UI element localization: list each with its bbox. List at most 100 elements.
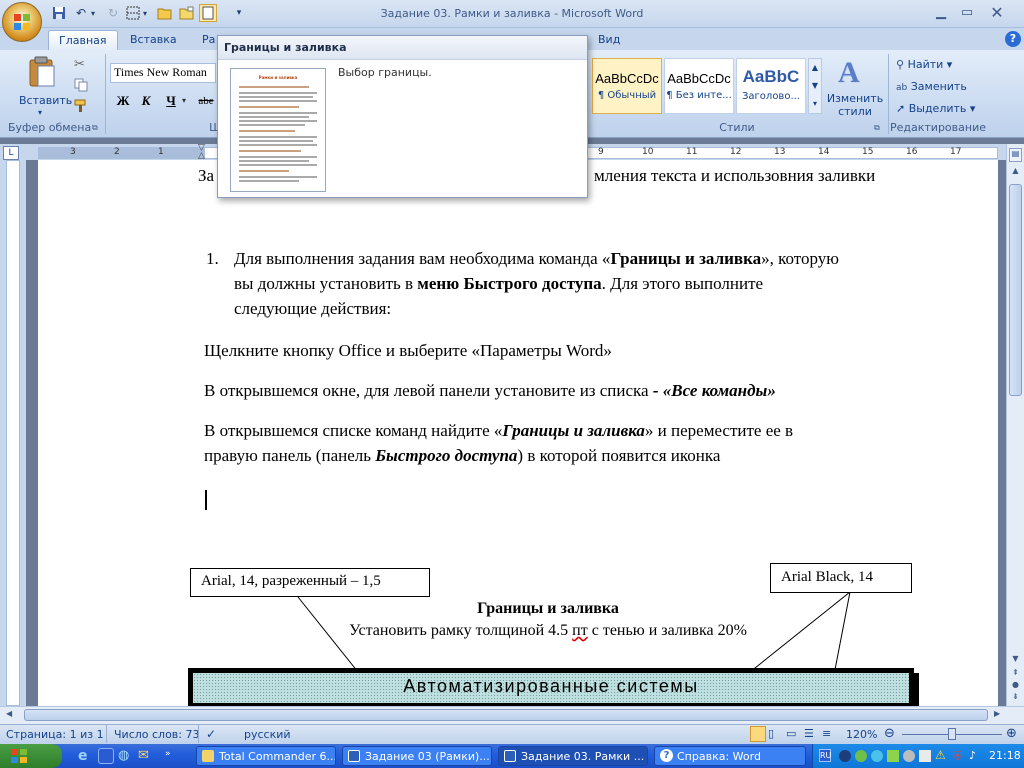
paste-label: Вставить — [19, 94, 73, 107]
ruler-number: 14 — [818, 147, 830, 157]
scroll-thumb[interactable] — [1009, 184, 1022, 396]
ruler-number: 9 — [598, 147, 604, 157]
quick-launch-icon[interactable]: ◍ — [118, 748, 134, 764]
restore-icon[interactable]: ▭ — [955, 3, 979, 21]
clipboard-group-label: Буфер обмена — [8, 121, 92, 134]
underline-dropdown-icon[interactable]: ▾ — [182, 96, 186, 105]
replace-label: Заменить — [910, 80, 967, 93]
document-page[interactable]: За мления текста и использовния заливки … — [38, 160, 998, 706]
scroll-right-icon[interactable]: ▶ — [994, 709, 1000, 718]
taskbar-item-word-doc-2[interactable]: Задание 03. Рамки ... — [498, 746, 648, 766]
change-styles-button[interactable]: A Изменить стили — [826, 56, 884, 120]
ie-icon[interactable]: e — [78, 748, 94, 764]
find-label: Найти — [907, 58, 944, 71]
help-icon: ? — [660, 749, 673, 762]
ruler-number: 3 — [70, 147, 76, 157]
print-layout-view-icon[interactable] — [750, 726, 766, 742]
proofing-icon[interactable]: ✓ — [206, 727, 216, 741]
center-title: Границы и заливка — [477, 600, 619, 617]
quick-launch-expand-icon[interactable]: » — [165, 749, 171, 759]
windows-logo-icon — [11, 749, 27, 763]
previous-page-icon[interactable]: ⇞ — [1009, 668, 1022, 680]
styles-launcher-icon[interactable]: ⧉ — [874, 123, 880, 133]
copy-icon[interactable] — [74, 78, 90, 94]
taskbar-item-total-commander[interactable]: Total Commander 6.... — [196, 746, 336, 766]
zoom-in-icon[interactable]: ⊕ — [1006, 726, 1017, 741]
style-name: ¶ Обычный — [597, 90, 657, 101]
status-words[interactable]: Число слов: 73 — [114, 728, 200, 741]
tray-icon-4[interactable] — [887, 750, 899, 762]
scroll-left-icon[interactable]: ◀ — [6, 709, 12, 718]
tray-icon-3[interactable] — [871, 750, 883, 762]
tab-view[interactable]: Вид — [588, 30, 630, 50]
tray-icon-5[interactable] — [903, 750, 915, 762]
replace-button[interactable]: ab Заменить — [896, 80, 967, 96]
status-language[interactable]: русский — [244, 728, 291, 741]
taskbar: e ◍ ✉ » Total Commander 6.... Задание 03… — [0, 744, 1024, 768]
underline-button[interactable]: Ч — [161, 92, 181, 110]
vertical-ruler-track[interactable] — [6, 160, 20, 706]
tray-icon-1[interactable] — [839, 750, 851, 762]
ruler-number: 13 — [774, 147, 786, 157]
font-name-box[interactable]: Times New Roman — [110, 63, 216, 83]
callout-right: Arial Black, 14 — [770, 563, 912, 593]
ruler-number: 10 — [642, 147, 654, 157]
language-indicator[interactable]: RU — [819, 749, 831, 762]
taskbar-item-word-doc-1[interactable]: Задание 03 (Рамки)... — [342, 746, 492, 766]
zoom-level[interactable]: 120% — [846, 728, 877, 741]
quick-launch-2-icon[interactable]: ✉ — [138, 748, 154, 764]
security-shield-icon[interactable]: ⛨ — [953, 749, 962, 764]
strikethrough-button[interactable]: abe — [194, 92, 218, 110]
zoom-out-icon[interactable]: ⊖ — [884, 726, 895, 741]
next-page-icon[interactable]: ⇟ — [1009, 692, 1022, 704]
full-screen-view-icon[interactable]: ▯ — [768, 727, 774, 740]
zoom-slider-handle[interactable] — [948, 728, 956, 740]
tab-selector-icon[interactable]: L — [3, 146, 19, 160]
minimize-icon[interactable]: ▁ — [929, 3, 953, 21]
help-icon[interactable]: ? — [1005, 31, 1021, 47]
clock[interactable]: 21:18 — [989, 749, 1021, 762]
change-styles-label: Изменить стили — [826, 92, 884, 118]
style-no-spacing[interactable]: AaBbCcDc ¶ Без инте... — [664, 58, 734, 114]
ruler-number: 12 — [730, 147, 742, 157]
ruler-number: 16 — [906, 147, 918, 157]
bold-button[interactable]: Ж — [113, 92, 133, 110]
tab-home[interactable]: Главная — [48, 30, 118, 50]
hscroll-thumb[interactable] — [24, 709, 988, 721]
paste-dropdown-icon: ▾ — [38, 108, 43, 117]
draft-view-icon[interactable]: ≡ — [822, 727, 831, 740]
close-icon[interactable]: ✕ — [985, 3, 1009, 22]
horizontal-scrollbar[interactable]: ◀ ▶ — [0, 706, 1024, 724]
status-page[interactable]: Страница: 1 из 1 — [6, 728, 104, 741]
text-run: с тенью и заливка 20% — [587, 622, 747, 639]
taskbar-item-word-help[interactable]: Справка: Word — [654, 746, 806, 766]
web-layout-view-icon[interactable]: ▭ — [786, 727, 796, 740]
tray-warning-icon[interactable]: ⚠ — [935, 748, 946, 762]
scroll-down-icon[interactable]: ▼ — [1009, 654, 1022, 668]
scroll-up-icon[interactable]: ▲ — [1009, 166, 1022, 180]
paste-button[interactable]: Вставить ▾ — [14, 56, 73, 117]
select-button[interactable]: ➚ Выделить ▾ — [896, 102, 975, 118]
style-heading[interactable]: AaBbC Заголово... — [736, 58, 806, 114]
tray-icon-6[interactable] — [919, 750, 931, 762]
bordered-box: Автоматизированные системы — [188, 668, 914, 706]
office-button[interactable] — [2, 2, 42, 42]
vertical-scrollbar[interactable]: ▤ ▲ ▼ ⇞ ● ⇟ — [1006, 144, 1024, 706]
outline-view-icon[interactable]: ☰ — [804, 727, 814, 740]
cut-icon[interactable]: ✂ — [74, 57, 90, 73]
browse-object-icon[interactable]: ● — [1009, 680, 1022, 692]
styles-scroll[interactable]: ▲ ▼ ▾ — [808, 58, 822, 114]
format-painter-icon[interactable] — [74, 99, 90, 115]
show-desktop-icon[interactable] — [98, 748, 114, 764]
volume-icon[interactable]: ♪ — [969, 749, 976, 762]
tray-icon-2[interactable] — [855, 750, 867, 762]
ruler-toggle-icon[interactable]: ▤ — [1009, 148, 1022, 162]
style-normal[interactable]: AaBbCcDc ¶ Обычный — [592, 58, 662, 114]
find-button[interactable]: ⚲ Найти ▾ — [896, 58, 952, 74]
ruler-number: 15 — [862, 147, 874, 157]
italic-button[interactable]: К — [136, 92, 156, 110]
clipboard-launcher-icon[interactable]: ⧉ — [92, 123, 98, 133]
tab-insert[interactable]: Вставка — [120, 30, 187, 50]
styles-group-label: Стили — [719, 121, 755, 134]
start-button[interactable] — [0, 744, 62, 768]
